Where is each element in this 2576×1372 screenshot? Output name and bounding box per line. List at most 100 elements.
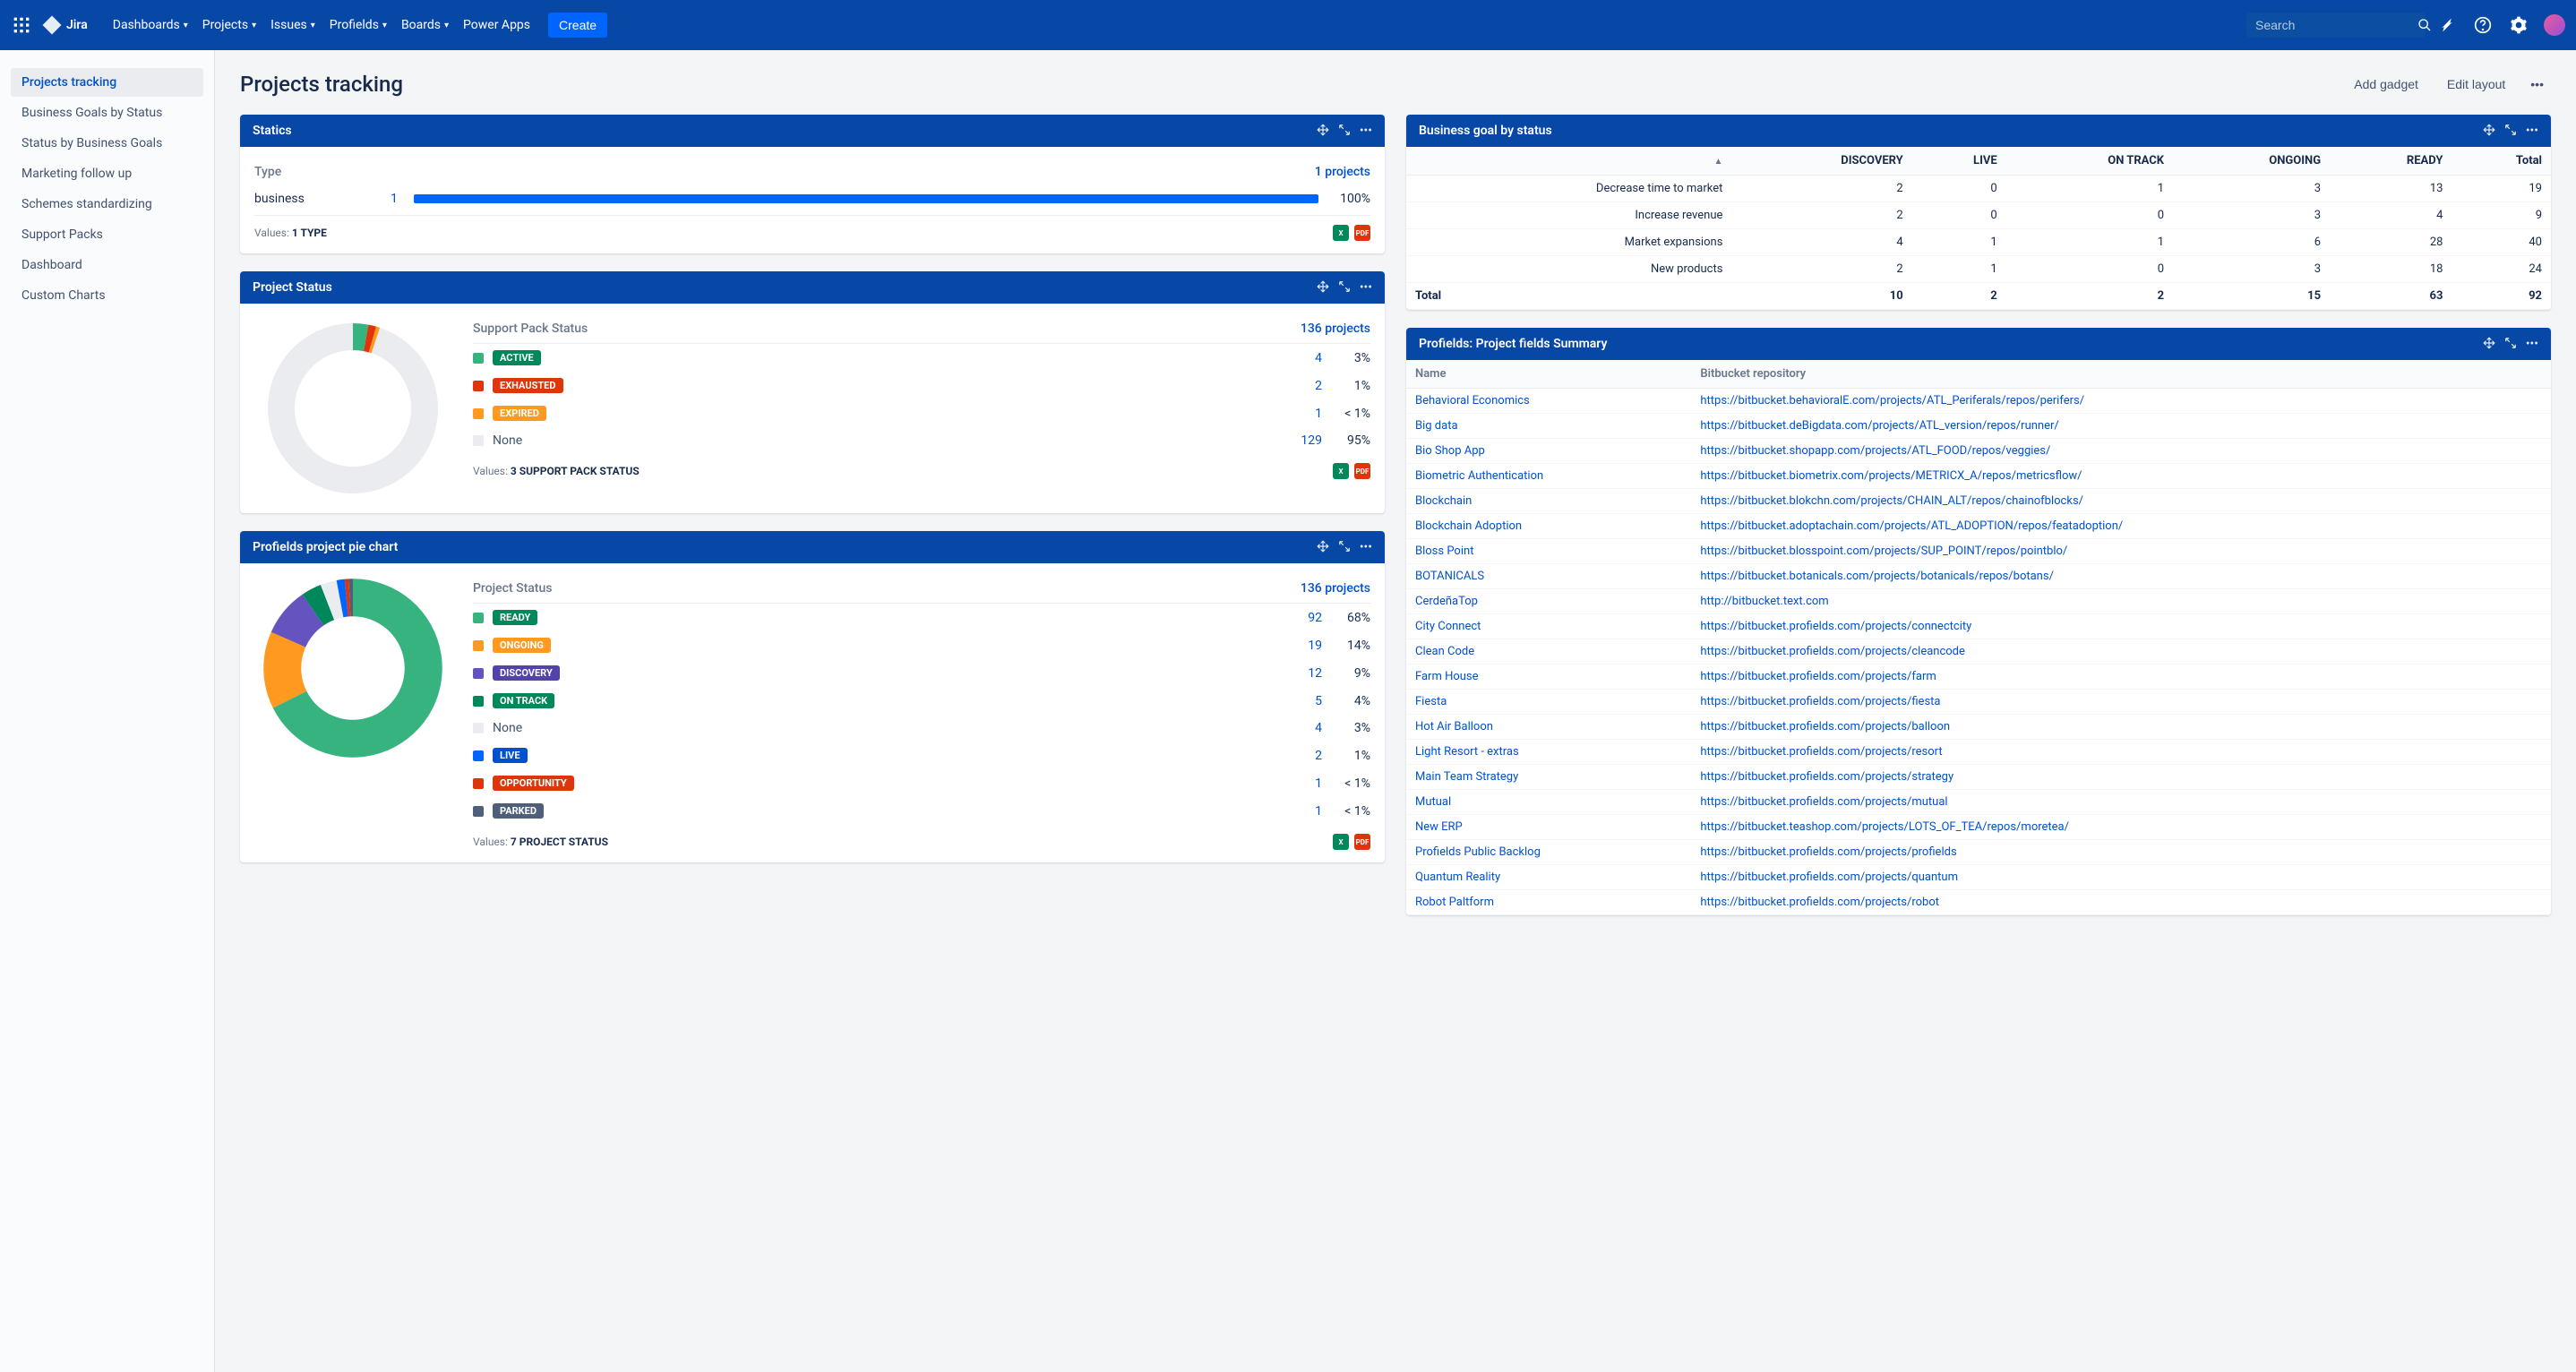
project-link[interactable]: Biometric Authentication: [1415, 469, 1543, 483]
repo-link[interactable]: https://bitbucket.behavioralE.com/projec…: [1700, 394, 2084, 407]
repo-link[interactable]: https://bitbucket.profields.com/projects…: [1700, 896, 1939, 909]
repo-link[interactable]: https://bitbucket.profields.com/projects…: [1700, 620, 1971, 633]
legend-count[interactable]: 2: [1286, 749, 1322, 763]
legend-count[interactable]: 19: [1286, 639, 1322, 653]
table-header[interactable]: ONGOING: [2173, 147, 2330, 176]
repo-link[interactable]: https://bitbucket.profields.com/projects…: [1700, 720, 1950, 733]
user-avatar[interactable]: [2544, 14, 2565, 36]
sidebar-item-support-packs[interactable]: Support Packs: [11, 220, 203, 249]
help-icon[interactable]: [2469, 11, 2497, 39]
col-repo[interactable]: Bitbucket repository: [1691, 360, 2551, 389]
sidebar-item-dashboard[interactable]: Dashboard: [11, 251, 203, 279]
project-link[interactable]: Hot Air Balloon: [1415, 720, 1493, 733]
project-link[interactable]: Blockchain Adoption: [1415, 519, 1522, 533]
repo-link[interactable]: http://bitbucket.text.com: [1700, 595, 1828, 608]
expand-icon[interactable]: [2504, 337, 2517, 351]
settings-icon[interactable]: [2504, 11, 2533, 39]
sidebar-item-marketing-follow-up[interactable]: Marketing follow up: [11, 159, 203, 188]
legend-count[interactable]: 4: [1286, 721, 1322, 735]
repo-link[interactable]: https://bitbucket.profields.com/projects…: [1700, 870, 1958, 884]
export-xls-icon[interactable]: X: [1333, 834, 1349, 850]
move-icon[interactable]: [1317, 540, 1329, 554]
export-xls-icon[interactable]: X: [1333, 225, 1349, 241]
sidebar-item-projects-tracking[interactable]: Projects tracking: [11, 68, 203, 97]
project-link[interactable]: Profields Public Backlog: [1415, 845, 1541, 859]
move-icon[interactable]: [1317, 124, 1329, 138]
sidebar-item-business-goals-by-status[interactable]: Business Goals by Status: [11, 99, 203, 127]
apps-switcher-icon[interactable]: [11, 14, 32, 36]
legend-count[interactable]: 2: [1286, 379, 1322, 393]
sidebar-item-status-by-business-goals[interactable]: Status by Business Goals: [11, 129, 203, 158]
project-link[interactable]: Fiesta: [1415, 695, 1447, 708]
more-actions-button[interactable]: •••: [2523, 72, 2551, 97]
expand-icon[interactable]: [1338, 124, 1351, 138]
legend-count[interactable]: 5: [1286, 694, 1322, 708]
search-box[interactable]: [2246, 13, 2426, 38]
project-link[interactable]: Behavioral Economics: [1415, 394, 1530, 407]
projects-count[interactable]: 1 projects: [1315, 165, 1370, 179]
nav-item-projects[interactable]: Projects ▾: [195, 11, 263, 39]
repo-link[interactable]: https://bitbucket.profields.com/projects…: [1700, 845, 1956, 859]
project-link[interactable]: Bio Shop App: [1415, 444, 1485, 458]
legend-count[interactable]: 129: [1286, 433, 1322, 448]
repo-link[interactable]: https://bitbucket.profields.com/projects…: [1700, 745, 1942, 759]
nav-item-boards[interactable]: Boards ▾: [394, 11, 456, 39]
add-gadget-button[interactable]: Add gadget: [2343, 72, 2429, 97]
sidebar-item-schemes-standardizing[interactable]: Schemes standardizing: [11, 190, 203, 219]
legend-count[interactable]: 1: [1286, 407, 1322, 421]
statics-row-count[interactable]: 1: [391, 192, 403, 206]
table-header[interactable]: Total: [2451, 147, 2551, 176]
project-link[interactable]: Mutual: [1415, 795, 1451, 809]
legend-count[interactable]: 1: [1286, 804, 1322, 819]
repo-link[interactable]: https://bitbucket.deBigdata.com/projects…: [1700, 419, 2058, 433]
project-link[interactable]: Quantum Reality: [1415, 870, 1500, 884]
project-link[interactable]: Clean Code: [1415, 645, 1474, 658]
expand-icon[interactable]: [1338, 280, 1351, 295]
repo-link[interactable]: https://bitbucket.profields.com/projects…: [1700, 770, 1953, 784]
gadget-more-icon[interactable]: •••: [1360, 280, 1372, 295]
legend-count[interactable]: 92: [1286, 611, 1322, 625]
gadget-more-icon[interactable]: •••: [1360, 540, 1372, 554]
repo-link[interactable]: https://bitbucket.profields.com/projects…: [1700, 670, 1936, 683]
legend-count[interactable]: 1: [1286, 776, 1322, 791]
sort-icon[interactable]: ▲: [1714, 157, 1723, 167]
project-link[interactable]: New ERP: [1415, 820, 1463, 834]
project-link[interactable]: Blockchain: [1415, 494, 1472, 508]
repo-link[interactable]: https://bitbucket.shopapp.com/projects/A…: [1700, 444, 2050, 458]
legend-count[interactable]: 4: [1286, 351, 1322, 365]
nav-item-profields[interactable]: Profields ▾: [322, 11, 394, 39]
projects-count[interactable]: 136 projects: [1301, 581, 1370, 596]
project-link[interactable]: City Connect: [1415, 620, 1481, 633]
export-pdf-icon[interactable]: PDF: [1354, 463, 1370, 479]
export-pdf-icon[interactable]: PDF: [1354, 225, 1370, 241]
project-link[interactable]: CerdeñaTop: [1415, 595, 1478, 608]
expand-icon[interactable]: [1338, 540, 1351, 554]
table-header[interactable]: LIVE: [1912, 147, 2006, 176]
jira-logo[interactable]: Jira: [41, 14, 88, 36]
project-link[interactable]: Big data: [1415, 419, 1458, 433]
move-icon[interactable]: [1317, 280, 1329, 295]
repo-link[interactable]: https://bitbucket.profields.com/projects…: [1700, 795, 1947, 809]
repo-link[interactable]: https://bitbucket.blokchn.com/projects/C…: [1700, 494, 2083, 508]
table-header[interactable]: DISCOVERY: [1731, 147, 1911, 176]
project-link[interactable]: Light Resort - extras: [1415, 745, 1519, 759]
col-name[interactable]: Name: [1406, 360, 1691, 389]
legend-count[interactable]: 12: [1286, 666, 1322, 681]
table-header[interactable]: ON TRACK: [2006, 147, 2173, 176]
repo-link[interactable]: https://bitbucket.botanicals.com/project…: [1700, 570, 2054, 583]
create-button[interactable]: Create: [548, 13, 607, 38]
projects-count[interactable]: 136 projects: [1301, 322, 1370, 336]
move-icon[interactable]: [2483, 124, 2495, 138]
table-header[interactable]: ▲: [1406, 147, 1731, 176]
project-link[interactable]: BOTANICALS: [1415, 570, 1484, 583]
nav-item-issues[interactable]: Issues ▾: [263, 11, 322, 39]
nav-item-power-apps[interactable]: Power Apps: [456, 11, 537, 39]
search-input[interactable]: [2255, 18, 2417, 32]
project-link[interactable]: Farm House: [1415, 670, 1479, 683]
sidebar-item-custom-charts[interactable]: Custom Charts: [11, 281, 203, 310]
gadget-more-icon[interactable]: •••: [2526, 337, 2538, 351]
gadget-more-icon[interactable]: •••: [2526, 124, 2538, 138]
repo-link[interactable]: https://bitbucket.profields.com/projects…: [1700, 695, 1940, 708]
nav-item-dashboards[interactable]: Dashboards ▾: [106, 11, 195, 39]
edit-layout-button[interactable]: Edit layout: [2436, 72, 2516, 97]
